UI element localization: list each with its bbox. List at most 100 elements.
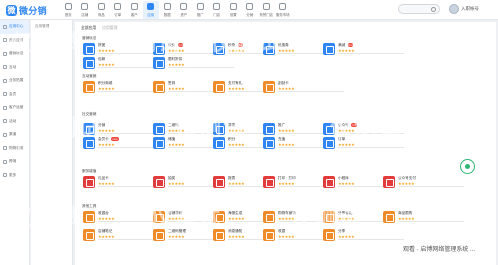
breadcrumb: 全部应用 应用管理 — [81, 26, 117, 31]
nav-label: 推广 — [196, 12, 204, 17]
app-icon — [213, 176, 225, 188]
sidebar-item[interactable]: 营销玩法 — [0, 47, 29, 61]
breadcrumb-current[interactable]: 全部应用 — [81, 26, 96, 31]
sidebar-item-icon — [3, 159, 7, 164]
app-card[interactable]: 订单 ★★★★★ — [323, 136, 407, 151]
app-icon — [153, 137, 165, 149]
nav-item[interactable]: 商品 — [93, 1, 110, 19]
sidebar-item-label: 会员 — [9, 91, 17, 96]
nav-item[interactable]: 订单 — [110, 1, 127, 19]
nav-item[interactable]: 首页 — [60, 1, 77, 19]
nav-item[interactable]: 资产 — [176, 1, 193, 19]
sidebar-item-icon — [3, 173, 7, 178]
app-icon — [263, 43, 275, 55]
app-card[interactable]: 公众号 ★★★★★ hot — [323, 122, 407, 137]
nav-label: 服务市场 — [275, 12, 290, 17]
app-card[interactable]: 限时折扣 ★★★★★ — [153, 56, 237, 71]
search-input[interactable] — [398, 4, 440, 14]
nav-icon — [229, 3, 237, 10]
nav-icon — [180, 3, 188, 10]
nav-item[interactable]: 客户 — [126, 1, 143, 19]
app-icon — [213, 81, 225, 93]
app-desc-line — [398, 220, 464, 222]
app-icon — [323, 229, 335, 241]
sidebar-item-icon — [3, 105, 7, 110]
sidebar-item-label: 营销玩法 — [9, 51, 24, 56]
sidebar-item[interactable]: 客户运营 — [0, 101, 29, 115]
sidebar-item-label: 客户运营 — [9, 105, 24, 110]
app-icon — [153, 211, 165, 223]
sidebar-item-label: 应用中心 — [9, 24, 24, 29]
app-card[interactable]: 商品限购 ★★★★★ — [383, 210, 467, 225]
main-content: 全部应用 应用管理 营销玩法 互动营销 社交营销 服务增值 其他工具 拼团 ★★★★★ 砍价 ★… — [75, 22, 496, 265]
app-icon — [323, 211, 335, 223]
sidebar-item-icon — [3, 132, 7, 137]
sidebar-item[interactable]: 更多 — [0, 169, 29, 183]
app-icon — [153, 229, 165, 241]
app-logo[interactable]: 微 微分销 — [6, 4, 47, 16]
sidebar-item[interactable]: 业务拓展 — [0, 74, 29, 88]
sidebar-item-label: 活动 — [9, 118, 17, 123]
app-icon — [83, 57, 95, 69]
app-icon — [263, 123, 275, 135]
nav-item[interactable]: 有赞门店 — [258, 1, 275, 19]
sub-panel: 应用管理 — [31, 20, 73, 265]
sidebar-item[interactable]: 购物引流 — [0, 142, 29, 156]
sidebar: 应用中心我的应用营销玩法互动 业务拓展会员客户运营活动渠道购物引流跨境更多 — [0, 20, 30, 265]
sidebar-item[interactable]: 会员 — [0, 88, 29, 102]
sidebar-item-label: 渠道 — [9, 132, 17, 137]
app-icon — [323, 123, 335, 135]
app-card[interactable]: 满减 ★★★★★ hot — [323, 42, 407, 57]
app-icon — [83, 229, 95, 241]
app-badge: hot — [177, 43, 184, 47]
nav-item[interactable]: 推广 — [192, 1, 209, 19]
nav-icon — [163, 3, 171, 10]
user-menu[interactable]: 入职帐号 — [449, 4, 479, 14]
nav-item[interactable]: 服务市场 — [275, 1, 292, 19]
app-icon — [83, 81, 95, 93]
sidebar-item-icon — [3, 78, 7, 83]
app-icon — [83, 176, 95, 188]
nav-item[interactable]: 分销 — [242, 1, 259, 19]
app-card[interactable]: 分享 ★★★★★ — [323, 228, 407, 243]
nav-icon — [196, 3, 204, 10]
app-desc-line — [168, 66, 234, 68]
app-card[interactable]: 刮刮卡 ★★★★★ — [263, 80, 347, 95]
nav-icon — [213, 3, 221, 10]
sidebar-item[interactable]: 渠道 — [0, 128, 29, 142]
nav-item[interactable]: 数据 — [159, 1, 176, 19]
app-icon — [323, 43, 335, 55]
section-title: 营销玩法 — [82, 36, 97, 40]
app-icon — [263, 176, 275, 188]
app-icon — [83, 123, 95, 135]
app-icon — [263, 211, 275, 223]
app-icon — [323, 176, 335, 188]
sidebar-item[interactable]: 跨境 — [0, 155, 29, 169]
app-desc-line — [398, 185, 464, 187]
logo-text: 微分销 — [19, 5, 47, 16]
floating-help-button[interactable] — [460, 159, 475, 174]
sidebar-item[interactable]: 互动 — [0, 61, 29, 75]
nav-item[interactable]: 设置 — [225, 1, 242, 19]
app-desc-line — [338, 238, 404, 240]
nav-icon — [130, 3, 138, 10]
app-icon — [83, 137, 95, 149]
nav-label: 商品 — [97, 12, 105, 17]
app-icon — [213, 137, 225, 149]
sidebar-item[interactable]: 活动 — [0, 115, 29, 129]
nav-item[interactable]: 应用 — [142, 1, 159, 19]
app-badge: hot — [347, 43, 354, 47]
nav-label: 资产 — [180, 12, 188, 17]
sidebar-item[interactable]: 我的应用 — [0, 34, 29, 48]
nav-item[interactable]: 店铺 — [77, 1, 94, 19]
app-icon — [213, 229, 225, 241]
app-icon — [153, 81, 165, 93]
sub-panel-title: 应用管理 — [35, 24, 50, 28]
nav-item[interactable]: 门店 — [209, 1, 226, 19]
sidebar-item-label: 跨境 — [9, 159, 17, 164]
app-card[interactable]: 公众号支付 ★★★★★ — [383, 175, 467, 190]
sidebar-item[interactable]: 应用中心 — [0, 20, 29, 34]
nav-label: 门店 — [213, 12, 221, 17]
breadcrumb-secondary[interactable]: 应用管理 — [102, 26, 117, 31]
nav-icon — [97, 3, 105, 10]
